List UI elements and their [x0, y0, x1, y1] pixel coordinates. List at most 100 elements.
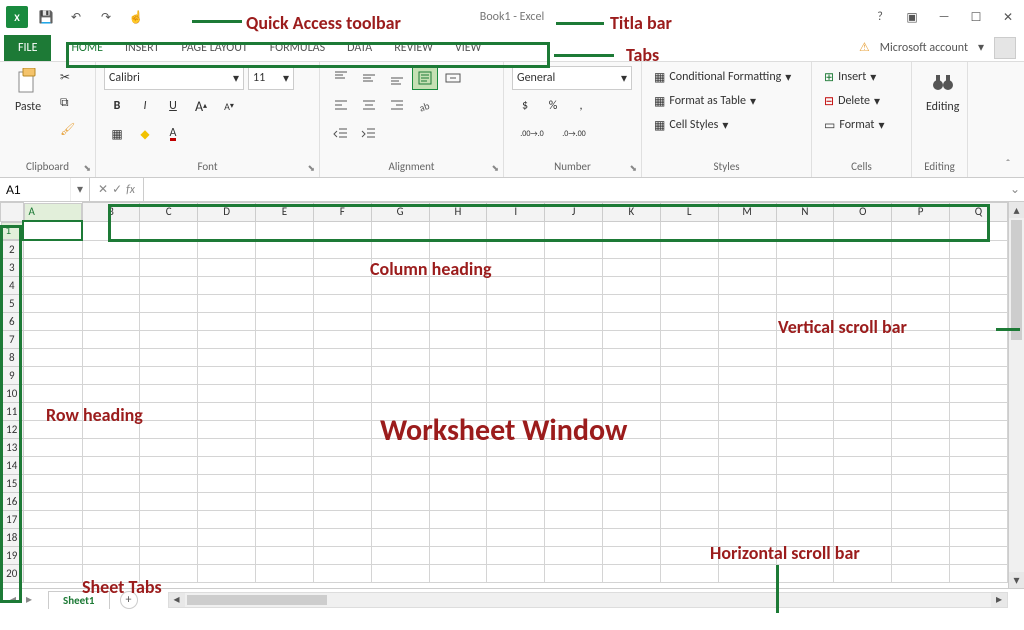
cell[interactable] — [892, 510, 950, 528]
cancel-formula-button[interactable]: ✕ — [98, 182, 108, 197]
cell[interactable] — [140, 221, 198, 240]
cell[interactable] — [950, 330, 1008, 348]
cell[interactable] — [834, 564, 892, 582]
cell[interactable] — [198, 402, 256, 420]
cell[interactable] — [371, 384, 429, 402]
cell[interactable] — [892, 564, 950, 582]
cell[interactable] — [487, 384, 545, 402]
format-as-table-button[interactable]: ▦Format as Table▾ — [650, 90, 760, 112]
cell[interactable] — [603, 366, 661, 384]
cell[interactable] — [23, 564, 82, 582]
minimize-button[interactable]: — — [934, 7, 954, 27]
cell[interactable] — [23, 510, 82, 528]
cell[interactable] — [140, 474, 198, 492]
cell[interactable] — [23, 240, 82, 258]
cell[interactable] — [256, 276, 314, 294]
cell[interactable] — [776, 221, 834, 240]
paste-button[interactable]: Paste — [8, 66, 48, 116]
cell[interactable] — [892, 258, 950, 276]
cell[interactable] — [776, 240, 834, 258]
align-middle-button[interactable] — [356, 66, 382, 90]
cell[interactable] — [834, 420, 892, 438]
cell[interactable] — [82, 384, 140, 402]
redo-button[interactable]: ↷ — [96, 7, 116, 27]
cell[interactable] — [660, 420, 718, 438]
name-box-input[interactable] — [0, 178, 70, 201]
orientation-button[interactable]: ab — [412, 94, 438, 118]
cell[interactable] — [718, 348, 776, 366]
cell[interactable] — [82, 564, 140, 582]
cell[interactable] — [892, 546, 950, 564]
cell[interactable] — [545, 221, 603, 240]
row-header[interactable]: 1 — [1, 222, 23, 240]
cell[interactable] — [660, 276, 718, 294]
cell[interactable] — [82, 474, 140, 492]
cell[interactable] — [140, 312, 198, 330]
row-header[interactable]: 10 — [1, 384, 24, 402]
cell[interactable] — [313, 294, 371, 312]
cell[interactable] — [603, 258, 661, 276]
cell[interactable] — [23, 384, 82, 402]
cell[interactable] — [545, 348, 603, 366]
row-header[interactable]: 5 — [1, 294, 24, 312]
column-header[interactable]: H — [429, 203, 487, 222]
cell[interactable] — [82, 330, 140, 348]
cell[interactable] — [892, 456, 950, 474]
cell[interactable] — [892, 366, 950, 384]
cell[interactable] — [660, 294, 718, 312]
cell[interactable] — [256, 510, 314, 528]
cell[interactable] — [950, 510, 1008, 528]
cell[interactable] — [834, 312, 892, 330]
cell[interactable] — [429, 564, 487, 582]
row-header[interactable]: 14 — [1, 456, 24, 474]
cell[interactable] — [82, 258, 140, 276]
cell[interactable] — [198, 528, 256, 546]
cell[interactable] — [603, 438, 661, 456]
cell[interactable] — [487, 294, 545, 312]
tab-page-layout[interactable]: PAGE LAYOUT — [181, 35, 247, 61]
row-header[interactable]: 20 — [1, 564, 24, 582]
cell[interactable] — [892, 492, 950, 510]
cell[interactable] — [313, 420, 371, 438]
cell[interactable] — [313, 546, 371, 564]
cell[interactable] — [834, 528, 892, 546]
cell[interactable] — [429, 348, 487, 366]
cell[interactable] — [487, 402, 545, 420]
cell[interactable] — [198, 510, 256, 528]
cell[interactable] — [718, 276, 776, 294]
cell[interactable] — [23, 546, 82, 564]
cell[interactable] — [545, 438, 603, 456]
cell[interactable] — [140, 276, 198, 294]
tab-review[interactable]: REVIEW — [394, 35, 433, 61]
cell[interactable] — [718, 420, 776, 438]
cell[interactable] — [834, 366, 892, 384]
cell[interactable] — [198, 276, 256, 294]
bold-button[interactable]: B — [104, 94, 130, 118]
increase-indent-button[interactable] — [356, 122, 382, 146]
cell[interactable] — [660, 564, 718, 582]
cell[interactable] — [545, 546, 603, 564]
cell[interactable] — [718, 492, 776, 510]
cell[interactable] — [950, 240, 1008, 258]
cell[interactable] — [313, 438, 371, 456]
cell[interactable] — [834, 276, 892, 294]
formula-input[interactable] — [144, 178, 1006, 201]
cell[interactable] — [834, 492, 892, 510]
cell[interactable] — [429, 384, 487, 402]
cell[interactable] — [82, 456, 140, 474]
cell[interactable] — [82, 312, 140, 330]
cell[interactable] — [892, 221, 950, 240]
cell[interactable] — [776, 528, 834, 546]
cell[interactable] — [313, 330, 371, 348]
row-header[interactable]: 6 — [1, 312, 24, 330]
cell[interactable] — [776, 438, 834, 456]
cell[interactable] — [23, 528, 82, 546]
cell[interactable] — [603, 564, 661, 582]
scroll-up-button[interactable]: ▴ — [1009, 202, 1024, 218]
cell[interactable] — [776, 312, 834, 330]
scroll-down-button[interactable]: ▾ — [1009, 572, 1024, 588]
cell[interactable] — [198, 438, 256, 456]
cell[interactable] — [140, 528, 198, 546]
row-header[interactable]: 7 — [1, 330, 24, 348]
cell[interactable] — [603, 510, 661, 528]
